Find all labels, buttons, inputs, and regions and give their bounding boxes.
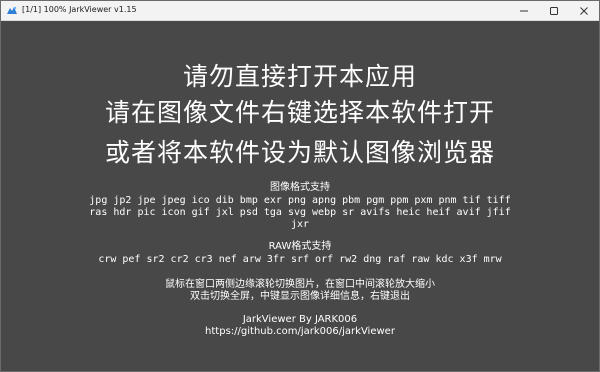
usage-tip-1: 鼠标在窗口两侧边缘滚轮切换图片，在窗口中间滚轮放大缩小: [165, 279, 435, 290]
raw-formats-title: RAW格式支持: [268, 241, 332, 252]
window-title: [1/1] 100% JarkViewer v1.15: [22, 5, 137, 14]
app-logo-icon: [7, 6, 17, 14]
minimize-icon: [520, 10, 528, 11]
close-icon: [580, 6, 588, 15]
image-formats-list: jpg jp2 jpe jpeg ico dib bmp exr png apn…: [89, 195, 511, 230]
image-canvas[interactable]: 请勿直接打开本应用 请在图像文件右键选择本软件打开 或者将本软件设为默认图像浏览…: [1, 21, 599, 371]
repo-url: https://github.com/jark006/jarkViewer: [205, 326, 395, 337]
usage-tip-2: 双击切换全屏，中键显示图像详细信息，右键退出: [190, 291, 410, 302]
image-formats-title: 图像格式支持: [270, 182, 330, 193]
maximize-button[interactable]: [539, 1, 569, 20]
headline-line-2: 请在图像文件右键选择本软件打开: [104, 98, 495, 127]
title-bar[interactable]: [1/1] 100% JarkViewer v1.15: [1, 1, 599, 21]
headline-line-3: 或者将本软件设为默认图像浏览器: [104, 138, 495, 167]
minimize-button[interactable]: [509, 1, 539, 20]
close-button[interactable]: [569, 1, 599, 20]
app-window: [1/1] 100% JarkViewer v1.15 请勿直接打开本应用 请在…: [0, 0, 600, 372]
headline-line-1: 请勿直接打开本应用: [182, 62, 417, 91]
raw-formats-list: crw pef sr2 cr2 cr3 nef arw 3fr srf orf …: [98, 254, 502, 265]
author-credit: JarkViewer By JARK006: [242, 314, 358, 325]
maximize-icon: [550, 6, 558, 15]
